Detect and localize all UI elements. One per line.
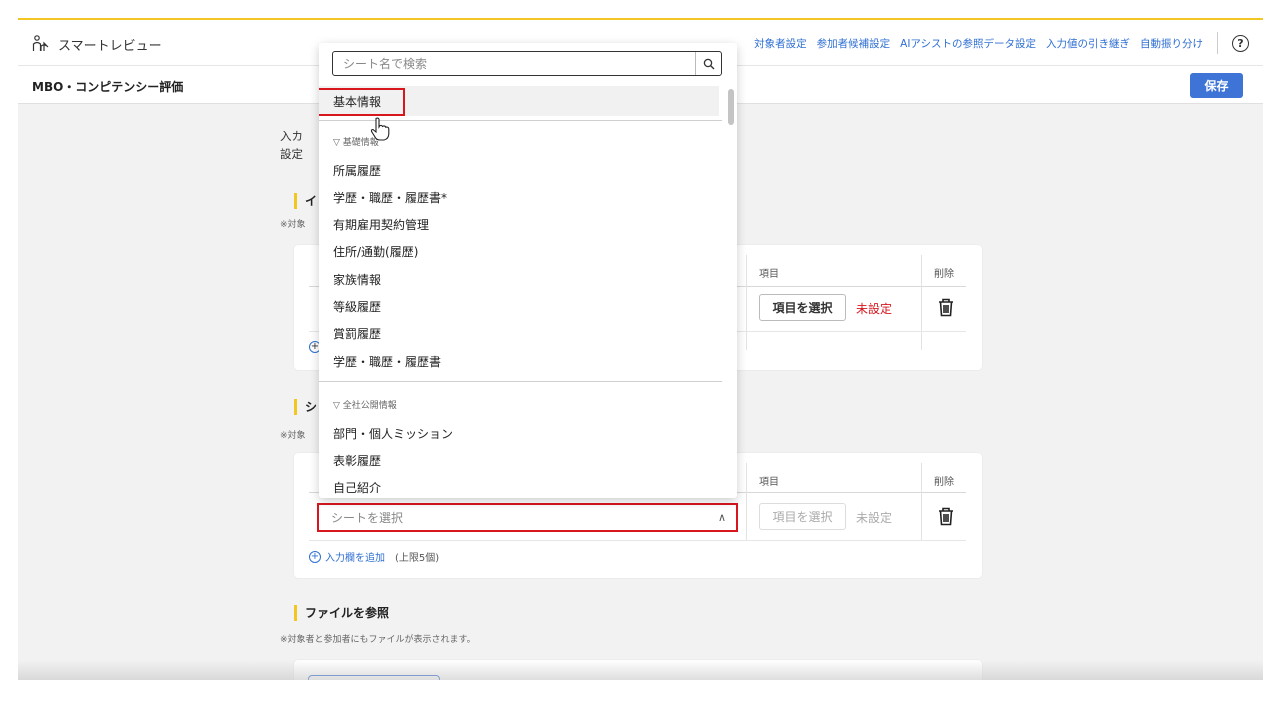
select-item-button-disabled: 項目を選択	[759, 503, 846, 530]
nav-ai-assist-reference[interactable]: AIアシストの参照データ設定	[900, 36, 1036, 51]
add-input-limit: (上限5個)	[395, 553, 440, 564]
option-sheet[interactable]: 賞罰履歴	[333, 325, 381, 342]
column-divider	[921, 255, 922, 350]
column-divider	[746, 463, 747, 541]
option-sheet[interactable]: 自己紹介	[333, 479, 381, 496]
add-icon: +	[309, 550, 321, 563]
option-sheet[interactable]: 表彰履歴	[333, 452, 381, 469]
option-sheet[interactable]: 部門・個人ミッション	[333, 425, 453, 442]
status-unset: 未設定	[856, 511, 893, 525]
brand-name: スマートレビュー	[58, 38, 162, 54]
save-button[interactable]: 保存	[1190, 73, 1243, 98]
row-divider	[309, 540, 966, 541]
group-separator	[319, 381, 722, 382]
sheet-dropdown-panel: シート名で検索 基本情報 ▽ 基礎情報 所属履歴 学歴・職歴・履歴書* 有期雇用…	[319, 43, 737, 498]
chevron-up-icon: ∧	[717, 511, 726, 524]
trash-icon[interactable]	[937, 506, 955, 526]
add-input-field-button[interactable]: + 入力欄を追加 (上限5個)	[309, 549, 439, 564]
nav-auto-assign[interactable]: 自動振り分け	[1140, 36, 1203, 51]
section-accent-bar	[294, 604, 297, 621]
section-3-note: ※対象者と参加者にもファイルが表示されます。	[280, 635, 476, 645]
nav-target-settings[interactable]: 対象者設定	[754, 36, 807, 51]
option-sheet[interactable]: 学歴・職歴・履歴書*	[333, 189, 447, 206]
option-sheet[interactable]: 等級履歴	[333, 298, 381, 315]
column-divider	[921, 463, 922, 541]
section-1-heading: イ	[294, 192, 317, 209]
highlight-box	[319, 88, 405, 116]
group-label-public: ▽ 全社公開情報	[333, 401, 397, 411]
add-input-label: 入力欄を追加	[325, 553, 385, 564]
trash-icon[interactable]	[937, 297, 955, 317]
help-icon[interactable]: ?	[1232, 34, 1249, 52]
nav-input-carryover[interactable]: 入力値の引き継ぎ	[1046, 36, 1130, 51]
section-2-heading: シ	[294, 398, 317, 415]
dropdown-scrollbar[interactable]	[728, 89, 734, 125]
column-divider	[746, 255, 747, 350]
logo-icon	[32, 35, 49, 51]
option-sheet[interactable]: 有期雇用契約管理	[333, 216, 429, 233]
section-accent-bar	[294, 398, 297, 415]
sheet-search-input[interactable]: シート名で検索	[332, 51, 722, 76]
intro-line-1: 入カ	[280, 129, 303, 143]
column-header-delete: 削除	[934, 269, 954, 280]
section-2-title: シ	[305, 400, 318, 414]
option-sheet[interactable]: 家族情報	[333, 271, 381, 288]
section-3-heading: ファイルを参照	[294, 604, 389, 621]
select-item-button[interactable]: 項目を選択	[759, 294, 846, 321]
section-1-note: ※対象	[280, 220, 306, 230]
section-1-title: イ	[305, 194, 318, 208]
app-window: スマートレビュー 対象者設定 参加者候補設定 AIアシストの参照データ設定 入力…	[18, 18, 1263, 680]
column-header-item: 項目	[759, 477, 779, 488]
option-sheet[interactable]: 住所/通勤(履歴)	[333, 243, 418, 260]
column-header-delete: 削除	[934, 477, 954, 488]
section-3-title: ファイルを参照	[305, 606, 390, 620]
brand[interactable]: スマートレビュー	[32, 34, 162, 54]
section-accent-bar	[294, 192, 297, 209]
option-sheet[interactable]: 所属履歴	[333, 162, 381, 179]
column-header-item: 項目	[759, 269, 779, 280]
nav-participant-candidates[interactable]: 参加者候補設定	[817, 36, 891, 51]
hand-cursor-icon	[370, 117, 390, 141]
sheet-search-placeholder: シート名で検索	[343, 57, 428, 71]
page-title: MBO・コンピテンシー評価	[32, 80, 184, 94]
search-icon[interactable]	[695, 52, 721, 75]
bottom-fade	[18, 660, 1263, 680]
status-unset: 未設定	[856, 302, 893, 316]
top-nav: 対象者設定 参加者候補設定 AIアシストの参照データ設定 入力値の引き継ぎ 自動…	[754, 20, 1249, 66]
sheet-select-placeholder: シートを選択	[331, 511, 404, 525]
intro-line-2: 設定	[280, 147, 303, 161]
nav-divider	[1217, 32, 1218, 54]
sheet-select-dropdown[interactable]: シートを選択 ∧	[317, 503, 738, 532]
section-2-note: ※対象	[280, 431, 306, 441]
option-sheet[interactable]: 学歴・職歴・履歴書	[333, 353, 441, 370]
